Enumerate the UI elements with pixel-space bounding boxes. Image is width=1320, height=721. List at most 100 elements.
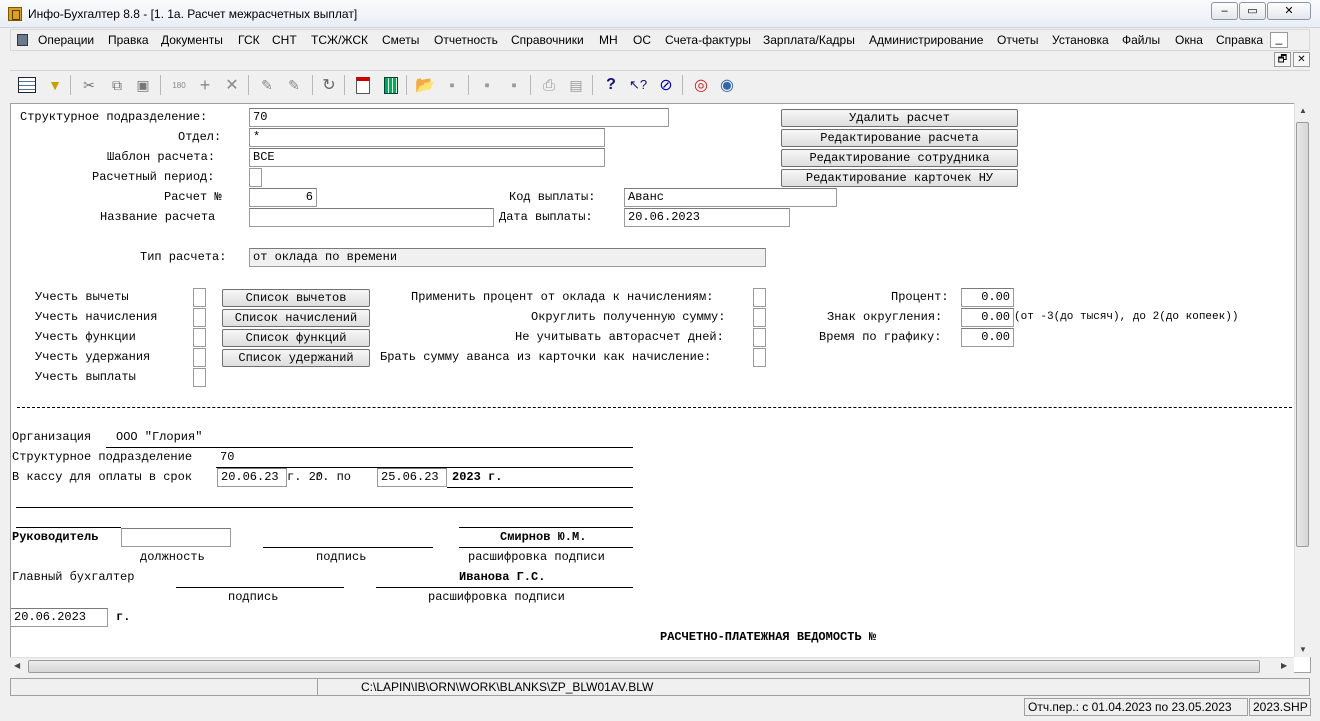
- add-icon[interactable]: +: [194, 74, 216, 96]
- horizontal-scroll-thumb[interactable]: [28, 660, 1260, 673]
- menu-windows[interactable]: Окна: [1175, 33, 1203, 47]
- edit-employee-button[interactable]: Редактирование сотрудника: [781, 149, 1018, 167]
- cut-icon[interactable]: ✂: [78, 74, 100, 96]
- mdi-close-icon[interactable]: ✕: [1293, 52, 1310, 67]
- opt-functions-checkbox[interactable]: [193, 328, 206, 347]
- calc-type-input[interactable]: от оклада по времени: [249, 248, 766, 267]
- compass-icon[interactable]: ⊘: [655, 74, 677, 96]
- paste-icon[interactable]: ▣: [132, 74, 154, 96]
- scroll-right-icon[interactable]: ▶: [1281, 661, 1287, 670]
- menu-admin[interactable]: Администрирование: [869, 33, 983, 47]
- template-input[interactable]: ВСЕ: [249, 148, 605, 167]
- document-date-icon[interactable]: [352, 74, 374, 96]
- delete-calc-button[interactable]: Удалить расчет: [781, 109, 1018, 127]
- deductions-list-button[interactable]: Список вычетов: [222, 289, 370, 307]
- menu-edit[interactable]: Правка: [108, 33, 149, 47]
- save-all-icon[interactable]: ▪: [503, 74, 525, 96]
- menu-files[interactable]: Файлы: [1122, 33, 1160, 47]
- withholdings-list-button[interactable]: Список удержаний: [222, 349, 370, 367]
- menu-reports[interactable]: Отчеты: [997, 33, 1038, 47]
- minimize-icon[interactable]: –: [1211, 2, 1238, 20]
- template-label: Шаблон расчета:: [107, 150, 216, 164]
- mdi-restore-icon[interactable]: 🗗: [1274, 52, 1291, 67]
- accruals-list-button[interactable]: Список начислений: [222, 309, 370, 327]
- blank-sign-date[interactable]: 20.06.2023: [11, 608, 108, 627]
- maximize-icon[interactable]: ▭: [1239, 2, 1266, 20]
- save-as-icon[interactable]: ▪: [476, 74, 498, 96]
- menu-references[interactable]: Справочники: [511, 33, 584, 47]
- grid-icon[interactable]: [16, 74, 38, 96]
- pen-icon[interactable]: ✎: [256, 74, 278, 96]
- round-sign-input[interactable]: 0.00: [961, 308, 1014, 327]
- menu-mn[interactable]: МН: [599, 33, 618, 47]
- struct-input[interactable]: 70: [249, 108, 669, 127]
- menu-operations[interactable]: Операции: [38, 33, 94, 47]
- calc-no-input[interactable]: 6: [249, 188, 317, 207]
- filter-icon[interactable]: ▼: [44, 74, 66, 96]
- pen-replace-icon[interactable]: ✎: [283, 74, 305, 96]
- menu-estimates[interactable]: Сметы: [382, 33, 419, 47]
- menu-os[interactable]: ОС: [633, 33, 651, 47]
- scroll-up-icon[interactable]: ▲: [1299, 106, 1307, 115]
- opt-withholdings-checkbox[interactable]: [193, 348, 206, 367]
- save-icon[interactable]: ▪: [441, 74, 463, 96]
- scroll-down-icon[interactable]: ▼: [1299, 645, 1307, 654]
- opt-deductions-checkbox[interactable]: [193, 288, 206, 307]
- blank-cap-signature: подпись: [316, 550, 367, 564]
- vertical-scroll-thumb[interactable]: [1296, 122, 1309, 547]
- menu-help[interactable]: Справка: [1216, 33, 1263, 47]
- no-autocalc-label: Не учитывать авторасчет дней:: [515, 330, 724, 344]
- blank-head-name: Смирнов Ю.М.: [500, 530, 587, 544]
- refresh-icon[interactable]: ↻: [318, 74, 340, 96]
- dept-input[interactable]: *: [249, 128, 605, 147]
- edit-calc-button[interactable]: Редактирование расчета: [781, 129, 1018, 147]
- toolbar: ▼ ✂ ⧉ ▣ 180 + ✕ ✎ ✎ ↻ 📂 ▪ ▪ ▪ ⎙ ▤ ? ↖? ⊘…: [10, 70, 1310, 98]
- menu-tszh[interactable]: ТСЖ/ЖСК: [311, 33, 368, 47]
- print-icon[interactable]: ⎙: [538, 74, 560, 96]
- menu-setup[interactable]: Установка: [1052, 33, 1109, 47]
- menu-reporting[interactable]: Отчетность: [434, 33, 498, 47]
- no-autocalc-checkbox[interactable]: [753, 328, 766, 347]
- status-period: Отч.пер.: с 01.04.2023 по 23.05.2023: [1024, 698, 1248, 716]
- lifebuoy-icon[interactable]: ◎: [690, 74, 712, 96]
- open-folder-icon[interactable]: 📂: [414, 74, 436, 96]
- schedule-input[interactable]: 0.00: [961, 328, 1014, 347]
- preview-icon[interactable]: ▤: [565, 74, 587, 96]
- rotate-icon[interactable]: 180: [168, 74, 190, 96]
- copy-icon[interactable]: ⧉: [106, 74, 128, 96]
- help-icon[interactable]: ?: [600, 74, 622, 96]
- delete-icon[interactable]: ✕: [221, 74, 243, 96]
- pay-date-input[interactable]: 20.06.2023: [624, 208, 790, 227]
- mdi-minimize-icon[interactable]: _: [1270, 32, 1288, 48]
- context-help-icon[interactable]: ↖?: [627, 74, 649, 96]
- calculator-icon[interactable]: [380, 74, 402, 96]
- functions-list-button[interactable]: Список функций: [222, 329, 370, 347]
- menu-invoices[interactable]: Счета-фактуры: [665, 33, 751, 47]
- blank-struct-value: 70: [220, 450, 235, 464]
- pay-code-input[interactable]: Аванс: [624, 188, 837, 207]
- blank-head-position-input[interactable]: [121, 528, 231, 547]
- opt-deductions-label: Учесть вычеты: [35, 290, 129, 304]
- globe-icon[interactable]: ◉: [716, 74, 738, 96]
- blank-cap-signature2: подпись: [228, 590, 279, 604]
- blank-org-value: ООО "Глория": [116, 430, 203, 444]
- edit-cards-button[interactable]: Редактирование карточек НУ: [781, 169, 1018, 187]
- opt-payments-checkbox[interactable]: [193, 368, 206, 387]
- menu-doc-icon[interactable]: [17, 34, 28, 46]
- opt-accruals-checkbox[interactable]: [193, 308, 206, 327]
- menu-gsk[interactable]: ГСК: [238, 33, 260, 47]
- advance-card-checkbox[interactable]: [753, 348, 766, 367]
- calc-name-input[interactable]: [249, 208, 494, 227]
- period-checkbox[interactable]: [249, 168, 262, 187]
- blank-date-from[interactable]: 20.06.23: [217, 468, 287, 487]
- menu-snt[interactable]: СНТ: [272, 33, 297, 47]
- round-sum-checkbox[interactable]: [753, 308, 766, 327]
- scroll-left-icon[interactable]: ◀: [14, 661, 20, 670]
- percent-input[interactable]: 0.00: [961, 288, 1014, 307]
- menu-documents[interactable]: Документы: [161, 33, 223, 47]
- close-icon[interactable]: ✕: [1267, 2, 1311, 20]
- menu-salary[interactable]: Зарплата/Кадры: [763, 33, 855, 47]
- apply-percent-checkbox[interactable]: [753, 288, 766, 307]
- opt-functions-label: Учесть функции: [35, 330, 136, 344]
- blank-date-to[interactable]: 25.06.23: [377, 468, 447, 487]
